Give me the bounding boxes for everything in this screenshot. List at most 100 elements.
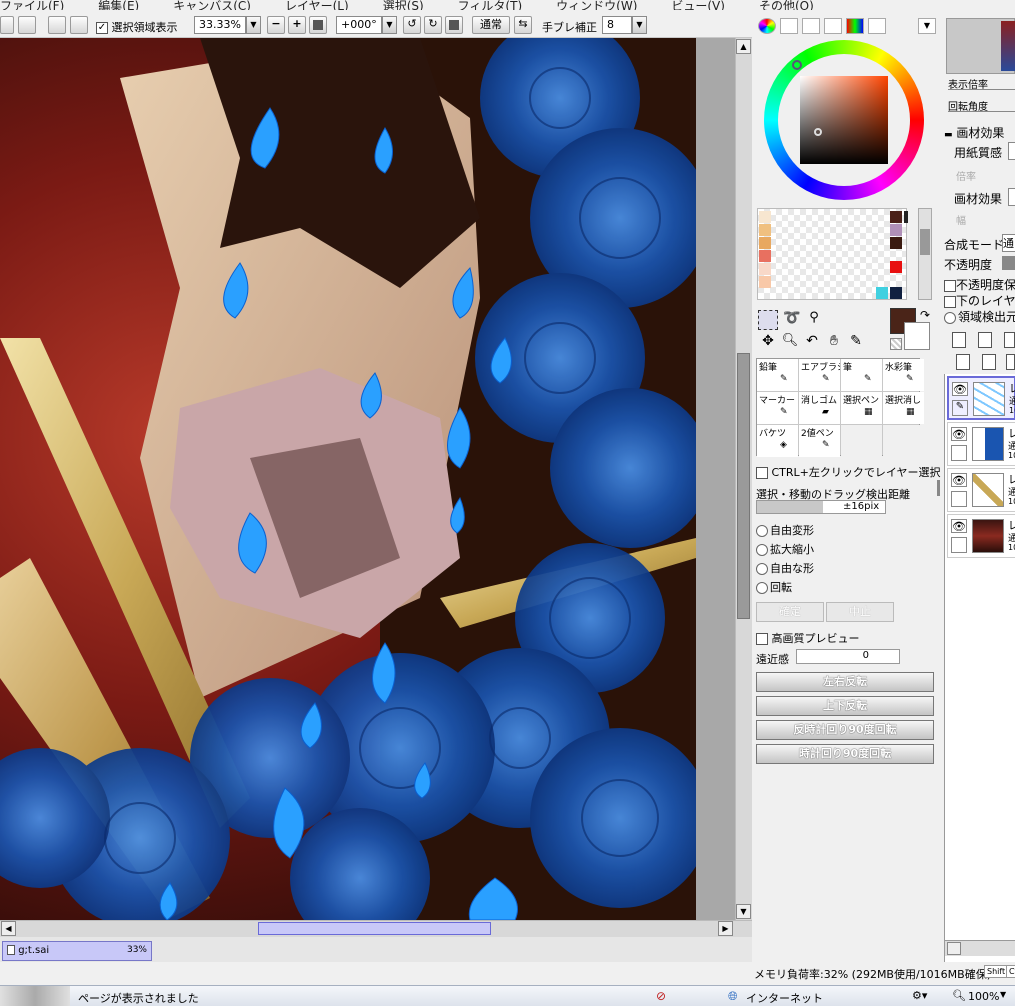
vertical-scrollbar[interactable]: ▲ ▼	[735, 38, 752, 920]
preserve-opacity-toggle[interactable]: 不透明度保	[944, 276, 1015, 293]
transform-rotate-radio[interactable]	[756, 582, 768, 594]
new-layer-set-icon[interactable]	[978, 332, 992, 348]
nav-rotation-slider[interactable]	[948, 111, 1015, 112]
clear-layer-icon[interactable]	[982, 354, 996, 370]
detect-source-toggle[interactable]: 領域検出元	[944, 308, 1015, 325]
flip-view-button[interactable]: ⇆	[514, 16, 532, 34]
blend-mode-dropdown[interactable]: 通	[1002, 234, 1015, 252]
menu-select[interactable]: 選択(S)	[383, 0, 424, 10]
transform-distort[interactable]: 自由な形	[756, 560, 814, 576]
zoom-reset-button[interactable]	[309, 16, 327, 34]
palette-tab-icon[interactable]	[824, 18, 842, 34]
vertical-scroll-thumb[interactable]	[737, 353, 750, 619]
detect-source-radio[interactable]	[944, 311, 956, 324]
sv-cursor[interactable]	[814, 128, 822, 136]
transform-scale-radio[interactable]	[756, 544, 768, 556]
scroll-left-arrow[interactable]: ◀	[1, 921, 16, 936]
layer-item[interactable]: 👁︎ レ 通 10	[947, 468, 1015, 512]
blend-mode-button[interactable]: 通常	[472, 16, 510, 34]
swap-colors-icon[interactable]: ↷	[920, 308, 930, 322]
tool-marker[interactable]: マーカー ✎	[757, 392, 798, 424]
transform-distort-radio[interactable]	[756, 563, 768, 575]
eye-icon[interactable]: 👁︎	[951, 519, 967, 533]
hq-preview-toggle[interactable]: 高画質プレビュー	[756, 630, 860, 646]
scroll-up-arrow[interactable]: ▲	[736, 39, 751, 54]
magic-wand-icon[interactable]: ⚲	[804, 310, 824, 330]
sub-color-swatch[interactable]	[904, 322, 930, 350]
menu-other[interactable]: その他(O)	[759, 0, 814, 10]
perspective-field[interactable]: 0	[796, 649, 900, 664]
eye-icon[interactable]: 👁︎	[952, 382, 968, 396]
stabilizer-dropdown[interactable]: ▼	[632, 16, 647, 34]
color-wheel-tab-icon[interactable]	[758, 18, 776, 34]
tool-eraser[interactable]: 消しゴム ▰	[799, 392, 840, 424]
swatch-scrollbar[interactable]	[918, 208, 932, 300]
rotate-cw-button[interactable]: ↻	[424, 16, 442, 34]
menu-view[interactable]: ビュー(V)	[671, 0, 725, 10]
layer-list-hscroll[interactable]	[945, 940, 1015, 956]
scroll-down-arrow[interactable]: ▼	[736, 904, 751, 919]
layer-item[interactable]: 👁︎ ✎ レ 通 10	[947, 376, 1015, 420]
tool-brush[interactable]: 筆 ✎	[841, 359, 882, 391]
cancel-button[interactable]: 中止	[826, 602, 894, 622]
confirm-button[interactable]: 確定	[756, 602, 824, 622]
document-tab[interactable]: g;t.sai 33%	[2, 941, 152, 961]
rect-select-icon[interactable]	[758, 310, 778, 330]
nav-zoom-slider[interactable]	[948, 89, 1015, 90]
zoom-field[interactable]: 33.33%	[194, 16, 246, 34]
redo-button[interactable]	[18, 16, 36, 34]
navigator-preview[interactable]	[946, 18, 1015, 74]
move-icon[interactable]: ✥	[758, 333, 778, 353]
menu-file[interactable]: ファイル(F)	[0, 0, 64, 10]
deselect-button[interactable]	[48, 16, 66, 34]
menu-window[interactable]: ウィンドウ(W)	[556, 0, 637, 10]
rotation-field[interactable]: +000°	[336, 16, 382, 34]
canvas-area[interactable]: ▲ ▼ ◀ ▶	[0, 38, 752, 937]
scroll-right-arrow[interactable]: ▶	[718, 921, 733, 936]
hq-preview-checkbox[interactable]	[756, 633, 768, 645]
delete-layer-icon[interactable]	[1006, 354, 1015, 370]
rotation-dropdown[interactable]: ▼	[382, 16, 397, 34]
drag-threshold-slider[interactable]: ±16pix	[756, 500, 886, 514]
transform-free[interactable]: 自由変形	[756, 522, 814, 538]
horizontal-scroll-thumb[interactable]	[258, 922, 491, 935]
transform-scale[interactable]: 拡大縮小	[756, 541, 814, 557]
rotate-ccw-90-button[interactable]: 反時計回り90度回転	[756, 720, 934, 740]
tool-pencil[interactable]: 鉛筆 ✎	[757, 359, 798, 391]
preserve-opacity-checkbox[interactable]	[944, 279, 956, 292]
scratchpad-tab-icon[interactable]	[868, 18, 886, 34]
hsv-slider-tab-icon[interactable]	[802, 18, 820, 34]
menu-layer[interactable]: レイヤー(L)	[285, 0, 349, 10]
panel-splitter-handle[interactable]	[937, 480, 940, 496]
zoom-dropdown-icon[interactable]: ▼	[1000, 990, 1006, 999]
hand-icon[interactable]: ✋︎	[824, 333, 844, 353]
eye-icon[interactable]: 👁︎	[951, 427, 967, 441]
tool-watercolor[interactable]: 水彩筆 ✎	[883, 359, 924, 391]
layer-item[interactable]: 👁︎ レ 通 10	[947, 514, 1015, 558]
transform-rotate[interactable]: 回転	[756, 579, 792, 595]
show-selection-toggle[interactable]: ✓ 選択領域表示	[96, 19, 178, 35]
zoom-in-button[interactable]: +	[288, 16, 306, 34]
rotate-icon[interactable]: ↶	[802, 333, 822, 353]
edit-lock-icon[interactable]: ✎	[952, 400, 968, 416]
lasso-icon[interactable]: ➰	[782, 310, 802, 330]
layer-item[interactable]: 👁︎ レ 通 10	[947, 422, 1015, 466]
clip-lower-checkbox[interactable]	[944, 295, 956, 308]
stabilizer-field[interactable]: 8	[602, 16, 632, 34]
hue-ring[interactable]	[764, 40, 924, 200]
undo-button[interactable]	[0, 16, 14, 34]
tool-airbrush[interactable]: エアブラシ✎	[799, 359, 840, 391]
copy-layer-icon[interactable]	[1004, 332, 1015, 348]
tool-binary-pen[interactable]: 2値ペン ✎	[799, 425, 840, 457]
opacity-slider[interactable]	[1002, 256, 1015, 270]
ctrl-layer-select-toggle[interactable]: CTRL+左クリックでレイヤー選択	[756, 464, 941, 480]
saturation-value-square[interactable]	[800, 76, 888, 164]
edit-lock-icon[interactable]	[951, 491, 967, 507]
rotate-ccw-button[interactable]: ↺	[403, 16, 421, 34]
transform-free-radio[interactable]	[756, 525, 768, 537]
protected-mode-icon[interactable]: ⚙▾	[912, 989, 927, 1002]
merge-down-icon[interactable]	[956, 354, 970, 370]
rotation-reset-button[interactable]	[445, 16, 463, 34]
menu-edit[interactable]: 編集(E)	[98, 0, 139, 10]
browser-zoom-level[interactable]: 100%	[968, 990, 999, 1003]
